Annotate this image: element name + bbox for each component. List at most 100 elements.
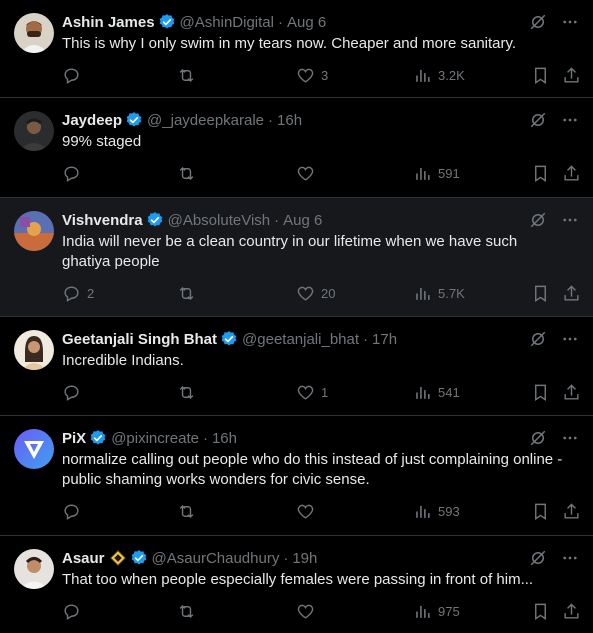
tweet-time[interactable]: 17h xyxy=(372,331,397,348)
grok-icon[interactable] xyxy=(529,13,547,31)
retweet-button[interactable] xyxy=(177,502,202,521)
like-count: 20 xyxy=(321,286,336,301)
more-icon[interactable] xyxy=(561,211,579,229)
tweet-5[interactable]: Asaur @AsaurChaudhury · 19h That too whe… xyxy=(0,536,593,633)
author-name[interactable]: PiX xyxy=(62,430,86,447)
author-handle[interactable]: @AbsoluteVish xyxy=(168,212,271,229)
views-button[interactable]: 3.2K xyxy=(413,66,465,85)
reply-count: 2 xyxy=(87,286,95,301)
retweet-button[interactable] xyxy=(177,602,202,621)
reply-button[interactable] xyxy=(62,602,87,621)
avatar-ashin[interactable] xyxy=(14,13,54,53)
more-icon[interactable] xyxy=(561,13,579,31)
like-button[interactable] xyxy=(296,502,321,521)
views-button[interactable]: 5.7K xyxy=(413,284,465,303)
avatar-pix[interactable] xyxy=(14,429,54,469)
bookmark-button[interactable] xyxy=(531,383,550,402)
separator-dot: · xyxy=(277,13,283,31)
author-name[interactable]: Geetanjali Singh Bhat xyxy=(62,331,217,348)
avatar-jaydeep[interactable] xyxy=(14,111,54,151)
reply-button[interactable] xyxy=(62,502,87,521)
retweet-button[interactable] xyxy=(177,164,202,183)
like-button[interactable]: 3 xyxy=(296,66,328,85)
grok-icon[interactable] xyxy=(529,211,547,229)
share-button[interactable] xyxy=(562,383,581,402)
tweet-4[interactable]: PiX @pixincreate · 16h normalize calling… xyxy=(0,416,593,536)
bookmark-button[interactable] xyxy=(531,502,550,521)
affiliate-diamond-icon xyxy=(109,549,127,567)
views-button[interactable]: 975 xyxy=(413,602,460,621)
views-button[interactable]: 591 xyxy=(413,164,460,183)
tweet-3[interactable]: Geetanjali Singh Bhat @geetanjali_bhat ·… xyxy=(0,317,593,416)
tweet-text: This is why I only swim in my tears now.… xyxy=(62,35,517,52)
tweet-time[interactable]: Aug 6 xyxy=(283,212,322,229)
bookmark-button[interactable] xyxy=(531,602,550,621)
author-name[interactable]: Jaydeep xyxy=(62,112,122,129)
author-handle[interactable]: @AshinDigital xyxy=(180,14,274,31)
grok-icon[interactable] xyxy=(529,549,547,567)
views-button[interactable]: 541 xyxy=(413,383,460,402)
views-count: 3.2K xyxy=(438,68,465,83)
reply-button[interactable] xyxy=(62,66,87,85)
views-button[interactable]: 593 xyxy=(413,502,460,521)
more-icon[interactable] xyxy=(561,111,579,129)
grok-icon[interactable] xyxy=(529,429,547,447)
more-icon[interactable] xyxy=(561,549,579,567)
separator-dot: · xyxy=(268,111,274,129)
reply-button[interactable]: 2 xyxy=(62,284,94,303)
views-count: 591 xyxy=(438,166,460,181)
bookmark-button[interactable] xyxy=(531,284,550,303)
tweet-time[interactable]: 16h xyxy=(277,112,302,129)
grok-icon[interactable] xyxy=(529,330,547,348)
author-name[interactable]: Asaur xyxy=(62,550,105,567)
tweet-text: That too when people especially females … xyxy=(62,571,534,588)
avatar-geetanjali[interactable] xyxy=(14,330,54,370)
share-button[interactable] xyxy=(562,602,581,621)
reply-icon xyxy=(64,68,79,84)
bookmark-button[interactable] xyxy=(531,66,550,85)
author-name[interactable]: Ashin James xyxy=(62,14,155,31)
bookmark-icon xyxy=(535,503,546,520)
retweet-button[interactable] xyxy=(177,284,202,303)
tweet-time[interactable]: 16h xyxy=(212,430,237,447)
like-count: 1 xyxy=(321,385,329,400)
views-icon xyxy=(416,69,430,82)
tweet-2[interactable]: Vishvendra @AbsoluteVish · Aug 6 India w… xyxy=(0,198,593,317)
author-name[interactable]: Vishvendra xyxy=(62,212,143,229)
more-icon[interactable] xyxy=(561,429,579,447)
share-button[interactable] xyxy=(562,164,581,183)
more-icon[interactable] xyxy=(561,330,579,348)
author-handle[interactable]: @AsaurChaudhury xyxy=(152,550,280,567)
avatar-asaur[interactable] xyxy=(14,549,54,589)
bookmark-button[interactable] xyxy=(531,164,550,183)
action-bar: 975 xyxy=(62,594,579,630)
tweet-time[interactable]: 19h xyxy=(292,550,317,567)
grok-icon[interactable] xyxy=(529,111,547,129)
like-icon xyxy=(297,385,314,400)
share-icon xyxy=(564,603,579,619)
separator-dot: · xyxy=(202,429,208,447)
tweet-1[interactable]: Jaydeep @_jaydeepkarale · 16h 99% staged… xyxy=(0,98,593,198)
verified-badge-icon xyxy=(130,549,148,567)
tweet-0[interactable]: Ashin James @AshinDigital · Aug 6 This i… xyxy=(0,0,593,98)
like-button[interactable]: 1 xyxy=(296,383,328,402)
share-icon xyxy=(564,67,579,83)
share-button[interactable] xyxy=(562,66,581,85)
share-icon xyxy=(564,503,579,519)
reply-button[interactable] xyxy=(62,164,87,183)
author-handle[interactable]: @pixincreate xyxy=(111,430,199,447)
retweet-button[interactable] xyxy=(177,66,202,85)
retweet-button[interactable] xyxy=(177,383,202,402)
separator-dot: · xyxy=(363,330,369,348)
like-button[interactable] xyxy=(296,164,321,183)
share-button[interactable] xyxy=(562,502,581,521)
reply-button[interactable] xyxy=(62,383,87,402)
avatar-vishvendra[interactable] xyxy=(14,211,54,251)
bookmark-icon xyxy=(535,603,546,620)
like-button[interactable]: 20 xyxy=(296,284,335,303)
like-button[interactable] xyxy=(296,602,321,621)
author-handle[interactable]: @_jaydeepkarale xyxy=(147,112,264,129)
share-button[interactable] xyxy=(562,284,581,303)
tweet-time[interactable]: Aug 6 xyxy=(287,14,326,31)
author-handle[interactable]: @geetanjali_bhat xyxy=(242,331,359,348)
